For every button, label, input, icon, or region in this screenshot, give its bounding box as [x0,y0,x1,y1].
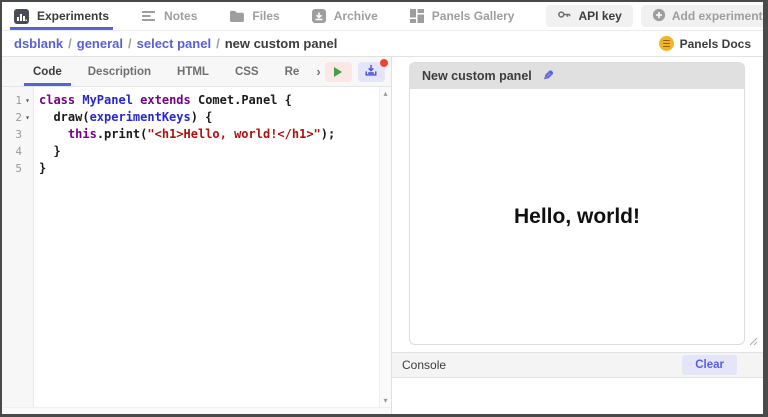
fold-arrow-icon[interactable]: ▾ [22,92,33,109]
tab-description[interactable]: Description [75,57,164,86]
key-icon [557,7,572,25]
panel-card-body: Hello, world! [410,89,744,344]
nav-item-files[interactable]: Files [229,2,279,30]
scroll-up-icon[interactable]: ▴ [383,89,387,98]
fold-arrow-icon[interactable]: ▾ [22,109,33,126]
nav-item-label: Archive [334,9,378,23]
download-button[interactable] [358,62,385,82]
docs-badge-icon [659,36,674,51]
api-key-button[interactable]: API key [546,5,632,27]
run-code-button[interactable] [325,62,352,82]
topbar-actions: API key Add experiment Share [546,5,768,27]
code-line[interactable]: } [39,143,379,160]
add-experiment-button[interactable]: Add experiment [641,5,768,27]
code-line[interactable]: this.print("<h1>Hello, world!</h1>"); [39,126,379,143]
line-number: 5 [2,160,33,177]
breadcrumb: dsblank / general / select panel / new custom … [14,36,337,51]
line-number-gutter: 1▾2▾345 [2,87,34,407]
breadcrumb-link[interactable]: dsblank [14,36,63,51]
folder-icon [229,10,244,22]
archive-box-icon [312,9,326,23]
top-nav-bar: Experiments Notes Files Archive Panels Galle… [2,2,763,31]
app-window: Experiments Notes Files Archive Panels Galle… [0,0,768,417]
editor-horizontal-scrollbar[interactable] [2,407,391,414]
panel-output-text: Hello, world! [514,205,640,229]
code-line[interactable]: class MyPanel extends Comet.Panel { [39,92,379,109]
api-key-label: API key [578,9,621,23]
code-editor[interactable]: 1▾2▾345 class MyPanel extends Comet.Pane… [2,87,391,407]
clear-console-button[interactable]: Clear [682,355,737,375]
tab-css[interactable]: CSS [222,57,272,86]
download-icon [364,64,378,80]
scroll-down-icon[interactable]: ▾ [383,396,387,405]
nav-item-label: Panels Gallery [432,9,515,23]
panel-preview-pane: New custom panel ✎ Hello, world! Console… [392,57,763,414]
line-number: 3 [2,126,33,143]
code-content[interactable]: class MyPanel extends Comet.Panel { draw… [34,87,379,407]
nav-item-panels-gallery[interactable]: Panels Gallery [410,2,515,30]
panels-docs-label: Panels Docs [680,37,751,51]
notes-lines-icon [141,10,156,22]
nav-item-experiments[interactable]: Experiments [14,2,109,30]
panels-grid-icon [410,9,424,23]
breadcrumb-link[interactable]: general [77,36,123,51]
nav-item-label: Notes [164,9,197,23]
editor-tabs: CodeDescriptionHTMLCSSRe [20,57,312,86]
editor-tab-bar: CodeDescriptionHTMLCSSRe › ⋮ [2,57,391,87]
tab-re[interactable]: Re [272,57,313,86]
play-icon [334,67,342,77]
panel-preview-zone: New custom panel ✎ Hello, world! [392,57,763,352]
breadcrumb-row: dsblank / general / select panel / new custom … [2,31,763,57]
code-line[interactable]: } [39,160,379,177]
code-editor-pane: CodeDescriptionHTMLCSSRe › ⋮ 1 [2,57,392,414]
add-experiment-label: Add experiment [672,9,763,23]
panel-card: New custom panel ✎ Hello, world! [409,62,745,345]
panels-docs-link[interactable]: Panels Docs [659,36,753,51]
top-nav-items: Experiments Notes Files Archive Panels Galle… [14,2,546,30]
console-output-area [392,378,763,414]
editor-vertical-scrollbar[interactable]: ▴ ▾ [379,87,391,407]
nav-item-label: Experiments [37,9,109,23]
panel-card-header: New custom panel ✎ [410,63,744,89]
console-bar: Console Clear [392,352,763,378]
breadcrumb-separator: / [128,36,132,51]
breadcrumb-separator: / [68,36,72,51]
code-line[interactable]: draw(experimentKeys) { [39,109,379,126]
line-number: 1▾ [2,92,33,109]
nav-item-label: Files [252,9,279,23]
line-number: 4 [2,143,33,160]
resize-grip-icon[interactable] [749,333,758,351]
tab-overflow-chevron-icon[interactable]: › [312,64,324,79]
tab-html[interactable]: HTML [164,57,222,86]
plus-circle-icon [652,8,666,25]
experiments-chart-icon [14,9,29,24]
line-number: 2▾ [2,109,33,126]
notification-badge [380,59,388,67]
console-label: Console [402,358,446,372]
breadcrumb-current: new custom panel [225,36,338,51]
main-area: CodeDescriptionHTMLCSSRe › ⋮ 1 [2,57,763,414]
breadcrumb-separator: / [216,36,220,51]
nav-item-archive[interactable]: Archive [312,2,378,30]
tab-code[interactable]: Code [20,57,75,86]
panel-title: New custom panel [422,69,532,83]
edit-title-icon[interactable]: ✎ [543,68,554,84]
nav-item-notes[interactable]: Notes [141,2,197,30]
breadcrumb-link[interactable]: select panel [137,36,211,51]
